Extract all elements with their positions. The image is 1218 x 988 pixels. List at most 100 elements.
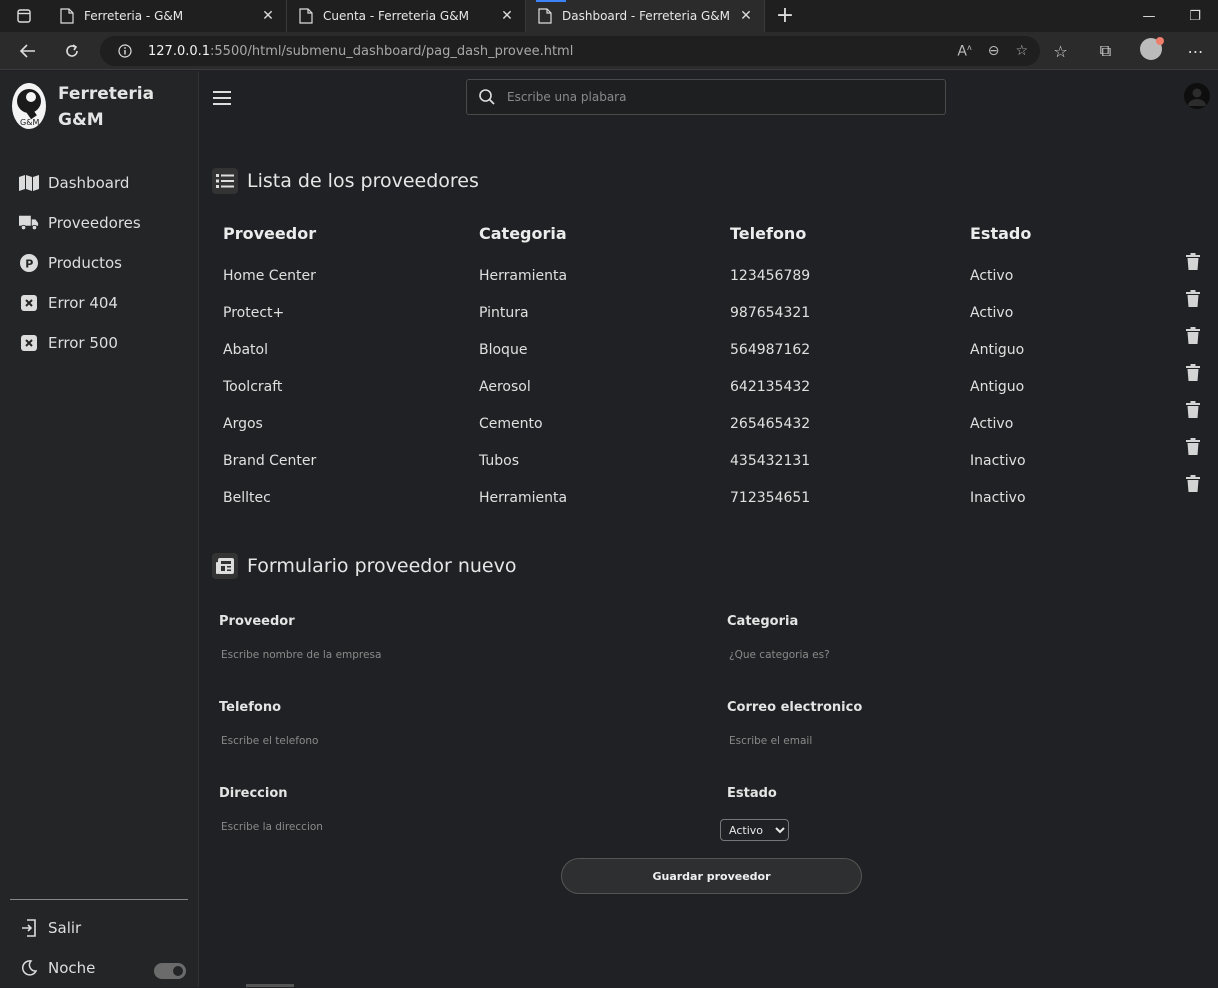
- logout-label: Salir: [48, 919, 82, 937]
- tab-actions-button[interactable]: [0, 0, 48, 32]
- table-cell: Inactivo: [970, 452, 1026, 469]
- save-provider-button[interactable]: Guardar proveedor: [561, 858, 862, 894]
- proveedor-input[interactable]: [221, 649, 521, 661]
- tab-title: Dashboard - Ferreteria G&M: [562, 9, 730, 23]
- table-cell: Bloque: [479, 341, 528, 358]
- zoom-icon[interactable]: ⊖: [988, 43, 1000, 59]
- logout-button[interactable]: Salir: [0, 908, 199, 948]
- map-icon: [19, 173, 39, 193]
- direccion-label: Direccion: [219, 786, 288, 801]
- table-cell: Activo: [970, 304, 1014, 321]
- more-options-icon[interactable]: ⋯: [1173, 42, 1218, 61]
- minimize-icon[interactable]: —: [1126, 9, 1172, 24]
- restore-icon[interactable]: ❐: [1172, 9, 1218, 24]
- truck-icon: [19, 213, 39, 233]
- page-icon: [299, 8, 313, 24]
- back-button[interactable]: [6, 32, 50, 70]
- new-tab-button[interactable]: +: [765, 0, 805, 32]
- table-row: Home Center Herramienta 123456789 Activo: [223, 253, 1213, 294]
- direccion-input[interactable]: [221, 821, 521, 833]
- refresh-button[interactable]: [50, 32, 94, 70]
- table-row: Abatol Bloque 564987162 Antiguo: [223, 327, 1213, 368]
- site-info-icon[interactable]: [118, 44, 132, 58]
- sidebar-item-dashboard[interactable]: Dashboard: [0, 163, 199, 203]
- search-input[interactable]: [507, 90, 907, 104]
- trash-icon[interactable]: [1186, 327, 1200, 345]
- close-tab-icon[interactable]: ✕: [260, 8, 276, 24]
- main-content: Lista de los proveedores Proveedor Categ…: [200, 71, 1218, 987]
- table-cell: 123456789: [730, 267, 811, 284]
- search-box: [466, 79, 946, 115]
- svg-text:G&M: G&M: [20, 118, 39, 127]
- trash-icon[interactable]: [1186, 475, 1200, 493]
- direccion-field: Direccion: [219, 786, 521, 833]
- sidebar-divider: [10, 899, 188, 900]
- page-icon: [538, 8, 552, 24]
- telefono-input[interactable]: [221, 735, 521, 747]
- column-header: Estado: [970, 223, 1032, 243]
- trash-icon[interactable]: [1186, 253, 1200, 271]
- trash-icon[interactable]: [1186, 401, 1200, 419]
- read-aloud-icon[interactable]: Aʌ: [957, 43, 971, 60]
- sidebar-item-label: Proveedores: [48, 214, 141, 232]
- sidebar: G&M Ferreteria G&M Dashboard Proveedores…: [0, 71, 199, 987]
- correo-field: Correo electronico: [727, 700, 1029, 747]
- column-header: Categoria: [479, 223, 567, 243]
- menu-toggle-button[interactable]: [213, 91, 231, 109]
- table-cell: 642135432: [730, 378, 811, 395]
- close-tab-icon[interactable]: ✕: [738, 8, 754, 24]
- profile-button[interactable]: [1128, 37, 1173, 64]
- page-icon: [60, 8, 74, 24]
- profile-avatar-icon: [1139, 37, 1164, 60]
- sidebar-bottom: Salir Noche: [0, 908, 199, 988]
- sidebar-item-label: Error 404: [48, 294, 118, 312]
- url-actions: Aʌ ⊖ ☆: [957, 36, 1028, 66]
- table-row: Argos Cemento 265465432 Activo: [223, 401, 1213, 442]
- categoria-field: Categoria: [727, 614, 1029, 661]
- sidebar-item-error-500[interactable]: Error 500: [0, 323, 199, 363]
- night-mode-toggle[interactable]: [154, 963, 186, 979]
- user-avatar[interactable]: [1184, 83, 1210, 109]
- favorites-icon[interactable]: ☆: [1038, 42, 1083, 61]
- list-title: Lista de los proveedores: [247, 170, 479, 192]
- brand[interactable]: G&M Ferreteria G&M: [12, 81, 168, 133]
- table-cell: Toolcraft: [223, 378, 283, 395]
- trash-icon[interactable]: [1186, 364, 1200, 382]
- logout-icon: [19, 918, 39, 938]
- sidebar-item-error-404[interactable]: Error 404: [0, 283, 199, 323]
- refresh-icon: [66, 43, 78, 57]
- tab-actions-icon: [17, 9, 31, 23]
- add-favorite-icon[interactable]: ☆: [1015, 43, 1028, 59]
- url-bar[interactable]: 127.0.0.1:5500/html/submenu_dashboard/pa…: [100, 36, 1040, 66]
- error-icon: [19, 293, 39, 313]
- table-cell: Pintura: [479, 304, 529, 321]
- sidebar-item-productos[interactable]: P Productos: [0, 243, 199, 283]
- sidebar-item-proveedores[interactable]: Proveedores: [0, 203, 199, 243]
- browser-tab[interactable]: Dashboard - Ferreteria G&M ✕: [526, 0, 765, 32]
- night-mode-row: Noche: [0, 948, 199, 988]
- table-cell: Inactivo: [970, 489, 1026, 506]
- sidebar-item-label: Error 500: [48, 334, 118, 352]
- newspaper-icon: [212, 553, 238, 579]
- table-cell: Antiguo: [970, 341, 1025, 358]
- table-cell: 265465432: [730, 415, 811, 432]
- table-row: Protect+ Pintura 987654321 Activo: [223, 290, 1213, 331]
- trash-icon[interactable]: [1186, 290, 1200, 308]
- categoria-input[interactable]: [729, 649, 1029, 661]
- sidebar-item-label: Productos: [48, 254, 122, 272]
- back-arrow-icon: [19, 43, 35, 58]
- browser-toolbar: 127.0.0.1:5500/html/submenu_dashboard/pa…: [0, 32, 1218, 70]
- table-cell: Tubos: [479, 452, 520, 469]
- browser-tab[interactable]: Ferreteria - G&M ✕: [48, 0, 287, 32]
- correo-label: Correo electronico: [727, 700, 863, 715]
- table-cell: Argos: [223, 415, 263, 432]
- estado-field: Estado Activo: [720, 786, 789, 841]
- close-tab-icon[interactable]: ✕: [499, 8, 515, 24]
- proveedor-label: Proveedor: [219, 614, 295, 629]
- correo-input[interactable]: [729, 735, 1029, 747]
- estado-select[interactable]: Activo: [720, 819, 789, 841]
- collections-icon[interactable]: ⧉: [1083, 41, 1128, 61]
- trash-icon[interactable]: [1186, 438, 1200, 456]
- table-header: Proveedor Categoria Telefono Estado: [223, 221, 1213, 245]
- browser-tab[interactable]: Cuenta - Ferreteria G&M ✕: [287, 0, 526, 32]
